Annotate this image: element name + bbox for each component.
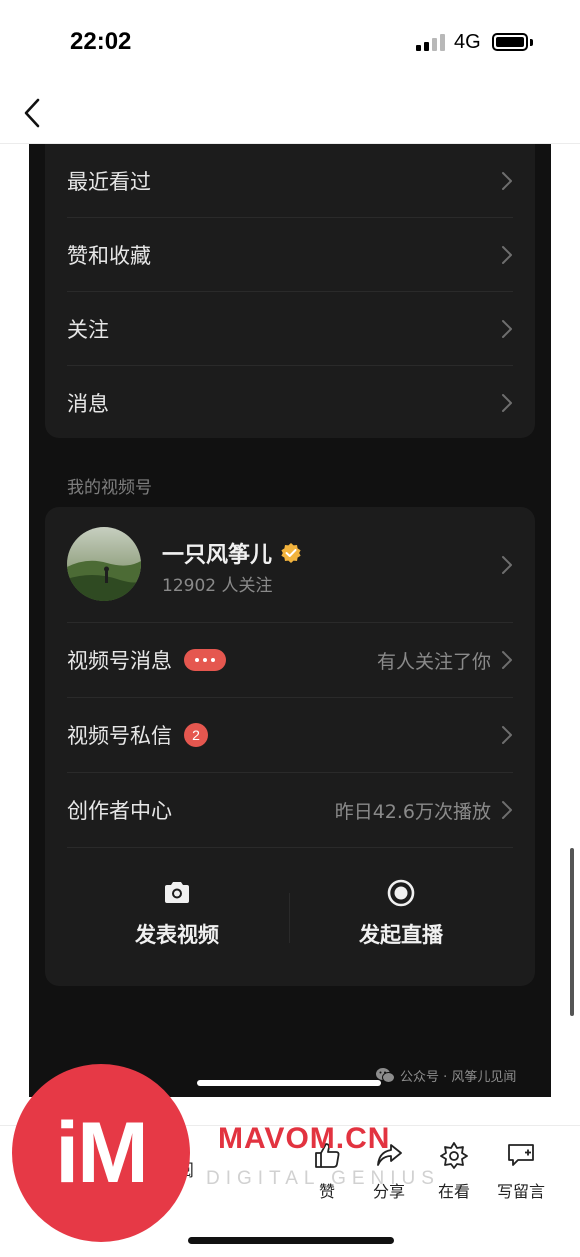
action-divider (289, 893, 290, 943)
menu-row-following[interactable]: 关注 (67, 292, 513, 366)
comment-button[interactable]: 写留言 (497, 1140, 545, 1202)
publish-video-label: 发表视频 (135, 923, 219, 947)
im-logo: iM (12, 1064, 190, 1242)
home-indicator[interactable] (188, 1237, 394, 1244)
watching-label: 在看 (438, 1182, 471, 1201)
back-arrow-icon[interactable] (18, 96, 48, 130)
scrollbar[interactable] (570, 848, 574, 1016)
channel-row-right: 有人关注了你 (377, 647, 513, 674)
channel-row-right-text: 有人关注了你 (376, 650, 491, 673)
channel-row-right: 昨日42.6万次播放 (335, 797, 513, 824)
start-live-button[interactable]: 发起直播 (301, 879, 501, 959)
channel-row-right (501, 725, 513, 745)
menu-row-label: 赞和收藏 (67, 243, 151, 268)
watching-button[interactable]: 在看 (438, 1140, 470, 1202)
screenshot-home-indicator (197, 1080, 381, 1086)
avatar (67, 527, 141, 601)
chevron-right-icon (502, 556, 512, 574)
channel-profile-row[interactable]: 一只风筝儿 12902 人关注 (67, 507, 513, 623)
profile-name-wrap: 一只风筝儿 (162, 537, 302, 569)
chevron-right-icon (502, 801, 512, 819)
page: 22:02 4G 最近看过 赞和收藏 关注 消息 我的视频号 一只风筝儿 129… (0, 0, 580, 1257)
watching-icon (440, 1142, 468, 1169)
chevron-right-icon (502, 319, 512, 338)
article-screenshot: 最近看过 赞和收藏 关注 消息 我的视频号 一只风筝儿 12902 人关注 视频… (29, 144, 551, 1097)
channel-actions: 发表视频 发起直播 (45, 849, 535, 986)
battery-tip (530, 39, 533, 46)
watermark: 公众号 · 风筝儿见闻 (375, 1066, 516, 1085)
channel-card: 一只风筝儿 12902 人关注 视频号消息 有人关注了你 视频号私信 2 创作者… (45, 507, 535, 986)
unread-count-badge: 2 (184, 723, 208, 747)
network-type: 4G (454, 31, 481, 53)
start-live-label: 发起直播 (359, 923, 443, 947)
watermark-text: 公众号 · 风筝儿见闻 (400, 1070, 517, 1085)
chevron-right-icon (502, 394, 512, 412)
chevron-right-icon (502, 651, 512, 669)
chevron-right-icon (502, 171, 512, 190)
verified-badge-icon (281, 543, 301, 563)
menu-row-label: 最近看过 (67, 169, 151, 194)
channel-row-label: 创作者中心 (67, 799, 172, 823)
channel-row-right-text: 昨日42.6万次播放 (334, 800, 491, 823)
comment-label: 写留言 (497, 1182, 546, 1201)
profile-followers: 12902 人关注 (162, 576, 273, 596)
menu-card: 最近看过 赞和收藏 关注 消息 (45, 144, 535, 438)
battery-icon (492, 33, 528, 51)
menu-row-messages[interactable]: 消息 (67, 366, 513, 440)
brand-name: MAVOM.CN (218, 1122, 391, 1155)
menu-row-likes-favorites[interactable]: 赞和收藏 (67, 218, 513, 292)
creator-center-row[interactable]: 创作者中心 昨日42.6万次播放 (67, 773, 513, 848)
publish-video-button[interactable]: 发表视频 (77, 879, 277, 959)
status-bar: 22:02 4G (0, 0, 580, 84)
section-title: 我的视频号 (67, 478, 152, 498)
brand-tagline: DIGITAL GENIUS (206, 1168, 440, 1189)
nav-bar (0, 84, 580, 144)
menu-row-recently-viewed[interactable]: 最近看过 (67, 144, 513, 218)
menu-row-label: 消息 (67, 392, 109, 416)
live-record-icon (387, 879, 415, 907)
menu-row-label: 关注 (67, 317, 109, 342)
channel-row-label: 视频号消息 (67, 649, 172, 673)
comment-icon (508, 1144, 534, 1166)
im-logo-text: iM (55, 1104, 149, 1201)
profile-name: 一只风筝儿 (162, 543, 273, 568)
notification-dots-badge (184, 649, 226, 671)
channel-private-messages-row[interactable]: 视频号私信 2 (67, 698, 513, 773)
status-time: 22:02 (70, 28, 132, 55)
channel-messages-row[interactable]: 视频号消息 有人关注了你 (67, 623, 513, 698)
channel-row-label: 视频号私信 (67, 724, 172, 748)
signal-icon (416, 33, 445, 51)
chevron-right-icon (502, 245, 512, 264)
chevron-right-icon (502, 726, 512, 744)
camera-icon (165, 882, 189, 903)
